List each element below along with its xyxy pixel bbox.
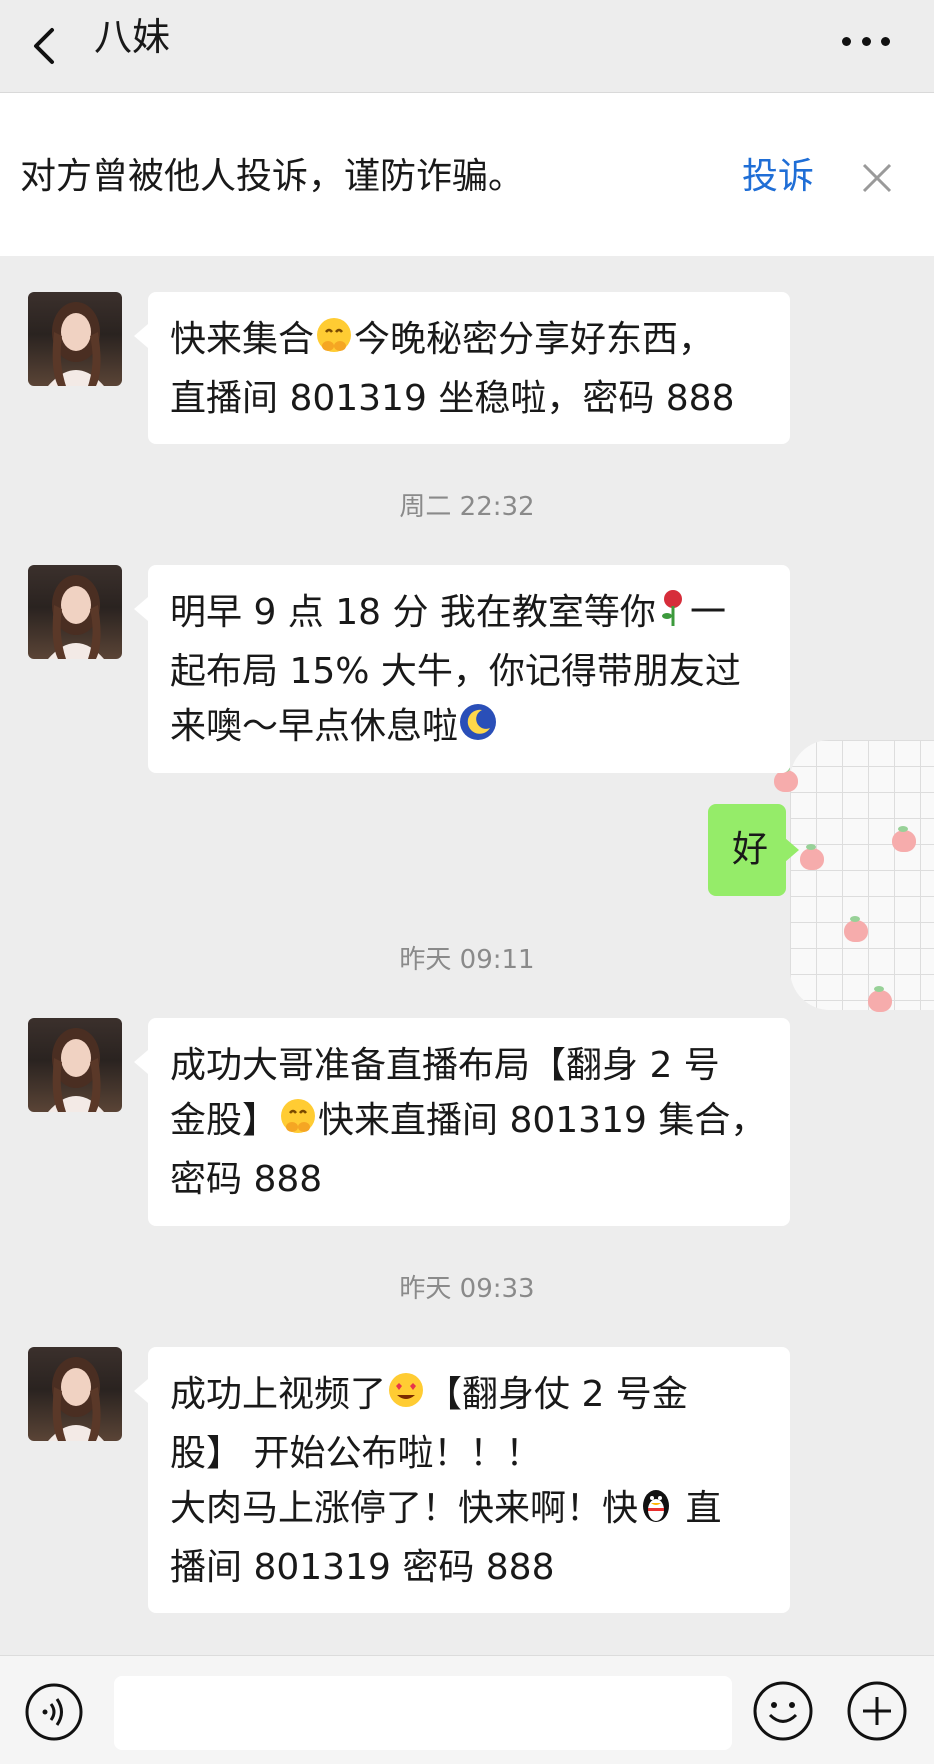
more-dots-icon [842,36,851,46]
message-input[interactable] [114,1676,732,1750]
voice-button[interactable] [24,1682,84,1742]
hugging-face-icon [314,315,354,371]
rose-icon [656,588,690,644]
hugging-face-icon [278,1096,318,1152]
chat-title: 八妹 [94,15,171,59]
close-banner-button[interactable] [858,159,896,197]
moon-night-icon [458,702,498,758]
message-bubble[interactable]: 快来集合 今晚秘密分享好东西， 直播间 801319 坐稳啦，密码 888 [134,292,790,444]
my-message-bubble[interactable]: 好 [708,804,799,896]
emoji-face-icon [753,1681,813,1741]
avatar[interactable] [28,1347,122,1441]
top-bar: 八妹 [0,0,934,93]
avatar[interactable] [28,292,122,386]
more-button[interactable] [842,34,890,48]
message-text: 快来集合 [170,319,315,360]
message-bubble[interactable]: 成功上视频了 【翻身仗 2 号金 股】 开始公布啦！！！ 大肉马上涨停了！快来啊！… [134,1347,790,1613]
avatar[interactable] [28,1018,122,1112]
more-functions-button[interactable] [846,1680,908,1742]
timestamp: 周二 22:32 [399,492,535,522]
chevron-left-icon [34,28,54,64]
message-text: 好 [732,829,769,870]
message-bubble[interactable]: 明早 9 点 18 分 我在教室等你一 起布局 15% 大牛，你记得带朋友过 来… [134,565,790,773]
warning-text: 对方曾被他人投诉，谨防诈骗。 [20,156,525,197]
heart-eyes-icon [386,1370,426,1426]
qq-penguin-icon [638,1484,674,1540]
plus-icon [847,1681,907,1741]
input-bar [0,1655,934,1764]
emoji-button[interactable] [752,1680,814,1742]
message-text: 成功上视频了 [170,1374,387,1415]
close-icon [862,163,892,193]
complain-link[interactable]: 投诉 [742,153,814,201]
message-text: 明早 9 点 18 分 我在教室等你 [170,592,656,633]
voice-icon [25,1683,83,1741]
fraud-warning-banner: 对方曾被他人投诉，谨防诈骗。 投诉 [0,93,934,256]
message-bubble[interactable]: 成功大哥准备直播布局【翻身 2 号 金股】 快来直播间 801319 集合， 密码… [134,1018,790,1226]
timestamp: 昨天 09:33 [399,1274,535,1304]
timestamp: 昨天 09:11 [399,945,535,975]
back-button[interactable] [22,16,72,76]
avatar[interactable] [28,565,122,659]
